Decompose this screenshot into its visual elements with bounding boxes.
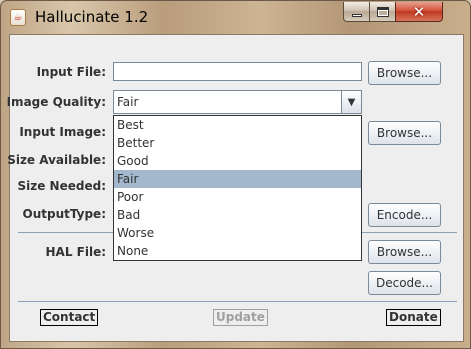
size-available-label: Size Available:	[7, 153, 106, 167]
decode-button[interactable]: Decode...	[368, 271, 441, 295]
image-quality-label: Image Quality:	[6, 95, 106, 109]
browse-hal-button[interactable]: Browse...	[368, 240, 441, 264]
quality-option-bad[interactable]: Bad	[114, 206, 361, 224]
input-image-label: Input Image:	[19, 125, 106, 139]
main-panel: Input File: Browse... Image Quality: Fai…	[6, 34, 464, 342]
quality-option-poor[interactable]: Poor	[114, 188, 361, 206]
input-file-label: Input File:	[36, 65, 106, 79]
output-type-label: OutputType:	[22, 207, 106, 221]
quality-option-worse[interactable]: Worse	[114, 224, 361, 242]
close-icon: ✕	[412, 2, 426, 21]
minimize-button[interactable]	[343, 2, 370, 22]
maximize-button[interactable]	[369, 2, 396, 22]
quality-option-better[interactable]: Better	[114, 134, 361, 152]
contact-button[interactable]: Contact	[40, 309, 99, 326]
hal-file-label: HAL File:	[45, 245, 106, 259]
browse-image-button[interactable]: Browse...	[368, 121, 441, 145]
quality-option-best[interactable]: Best	[114, 116, 361, 134]
update-button[interactable]: Update	[213, 309, 268, 326]
divider	[18, 301, 457, 302]
image-quality-select[interactable]: Fair ▼	[113, 90, 362, 114]
encode-button[interactable]: Encode...	[368, 203, 441, 227]
app-window: ☕ Hallucinate 1.2 ✕ Input File: Browse..…	[0, 0, 471, 349]
java-icon: ☕	[10, 9, 26, 26]
close-button[interactable]: ✕	[395, 2, 443, 22]
input-file-field[interactable]	[113, 62, 362, 81]
quality-option-good[interactable]: Good	[114, 152, 361, 170]
image-quality-dropdown: Best Better Good Fair Poor Bad Worse Non…	[113, 115, 362, 261]
size-needed-label: Size Needed:	[17, 179, 107, 193]
donate-button[interactable]: Donate	[386, 309, 441, 326]
browse-input-button[interactable]: Browse...	[368, 61, 441, 85]
image-quality-value: Fair	[117, 95, 139, 109]
maximize-icon	[376, 6, 389, 17]
title-bar[interactable]: ☕ Hallucinate 1.2 ✕	[1, 1, 470, 34]
minimize-icon	[351, 14, 362, 17]
quality-option-fair[interactable]: Fair	[114, 170, 361, 188]
window-title: Hallucinate 1.2	[35, 8, 149, 26]
chevron-down-icon[interactable]: ▼	[341, 91, 361, 113]
quality-option-none[interactable]: None	[114, 242, 361, 260]
